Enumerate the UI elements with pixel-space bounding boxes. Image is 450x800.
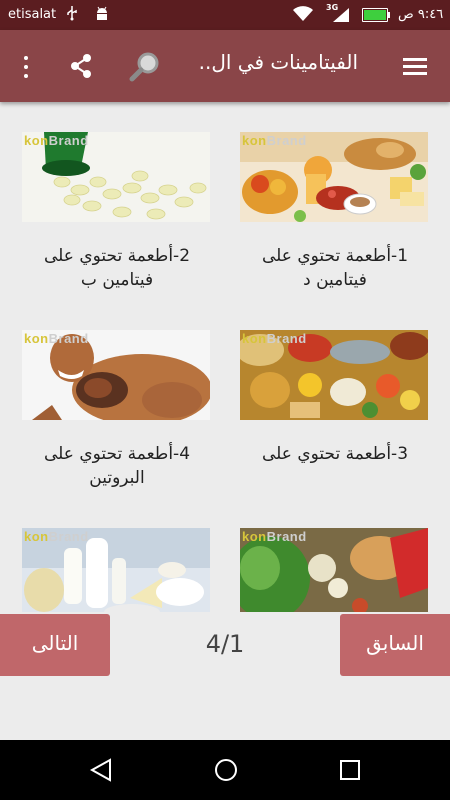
previous-button[interactable]: السابق (340, 614, 450, 676)
pagination-bar: التالى 4/1 السابق (0, 614, 450, 678)
back-icon[interactable] (88, 757, 114, 787)
vitamin-tablets-image: konBrand (22, 132, 210, 222)
topics-grid: konBrand 1-أطعمة تحتوي على فيتامين د kon… (0, 102, 450, 612)
carrier-name: etisalat (8, 7, 57, 22)
topic-card[interactable]: konBrand (22, 528, 212, 612)
topic-card-label: 4-أطعمة تحتوي على البروتين (43, 444, 191, 488)
menu-icon[interactable] (400, 52, 430, 82)
next-button[interactable]: التالى (0, 614, 110, 676)
wifi-icon (292, 6, 314, 26)
brand-watermark: konBrand (24, 529, 89, 544)
topic-card-label: 3-أطعمة تحتوي على (261, 444, 409, 464)
brand-watermark: konBrand (242, 529, 307, 544)
topic-card[interactable]: konBrand 1-أطعمة تحتوي على فيتامين د (240, 132, 430, 292)
android-icon (94, 6, 110, 26)
topic-card[interactable]: konBrand 3-أطعمة تحتوي على (240, 330, 430, 466)
clock: ٩:٤٦ ص (398, 7, 444, 22)
brand-watermark: konBrand (24, 331, 89, 346)
brand-watermark: konBrand (24, 133, 89, 148)
topic-card[interactable]: konBrand 4-أطعمة تحتوي على البروتين (22, 330, 212, 490)
usb-icon (66, 5, 78, 25)
topic-card-label: 1-أطعمة تحتوي على فيتامين د (261, 246, 409, 290)
page-title: الفيتامينات في ال.. (198, 50, 358, 74)
system-navigation-bar (0, 740, 450, 800)
search-icon[interactable] (128, 50, 162, 84)
home-icon[interactable] (213, 757, 239, 787)
breakfast-food-image: konBrand (240, 132, 428, 222)
man-eating-meat-image: konBrand (22, 330, 210, 420)
battery-icon (362, 8, 390, 22)
brand-watermark: konBrand (242, 331, 307, 346)
assorted-food-image: konBrand (240, 330, 428, 420)
topic-card[interactable]: konBrand (240, 528, 430, 612)
topic-card-label: 2-أطعمة تحتوي على فيتامين ب (43, 246, 191, 290)
app-toolbar: الفيتامينات في ال.. (0, 30, 450, 102)
page-indicator: 4/1 (205, 630, 245, 658)
overflow-menu-icon[interactable] (16, 52, 36, 82)
status-bar: etisalat 3G ٩:٤٦ ص (0, 0, 450, 30)
signal-icon (332, 7, 350, 27)
vegetables-image: konBrand (240, 528, 428, 612)
topic-card[interactable]: konBrand 2-أطعمة تحتوي على فيتامين ب (22, 132, 212, 292)
recents-icon[interactable] (338, 758, 362, 786)
brand-watermark: konBrand (242, 133, 307, 148)
dairy-products-image: konBrand (22, 528, 210, 612)
share-icon[interactable] (66, 51, 96, 81)
